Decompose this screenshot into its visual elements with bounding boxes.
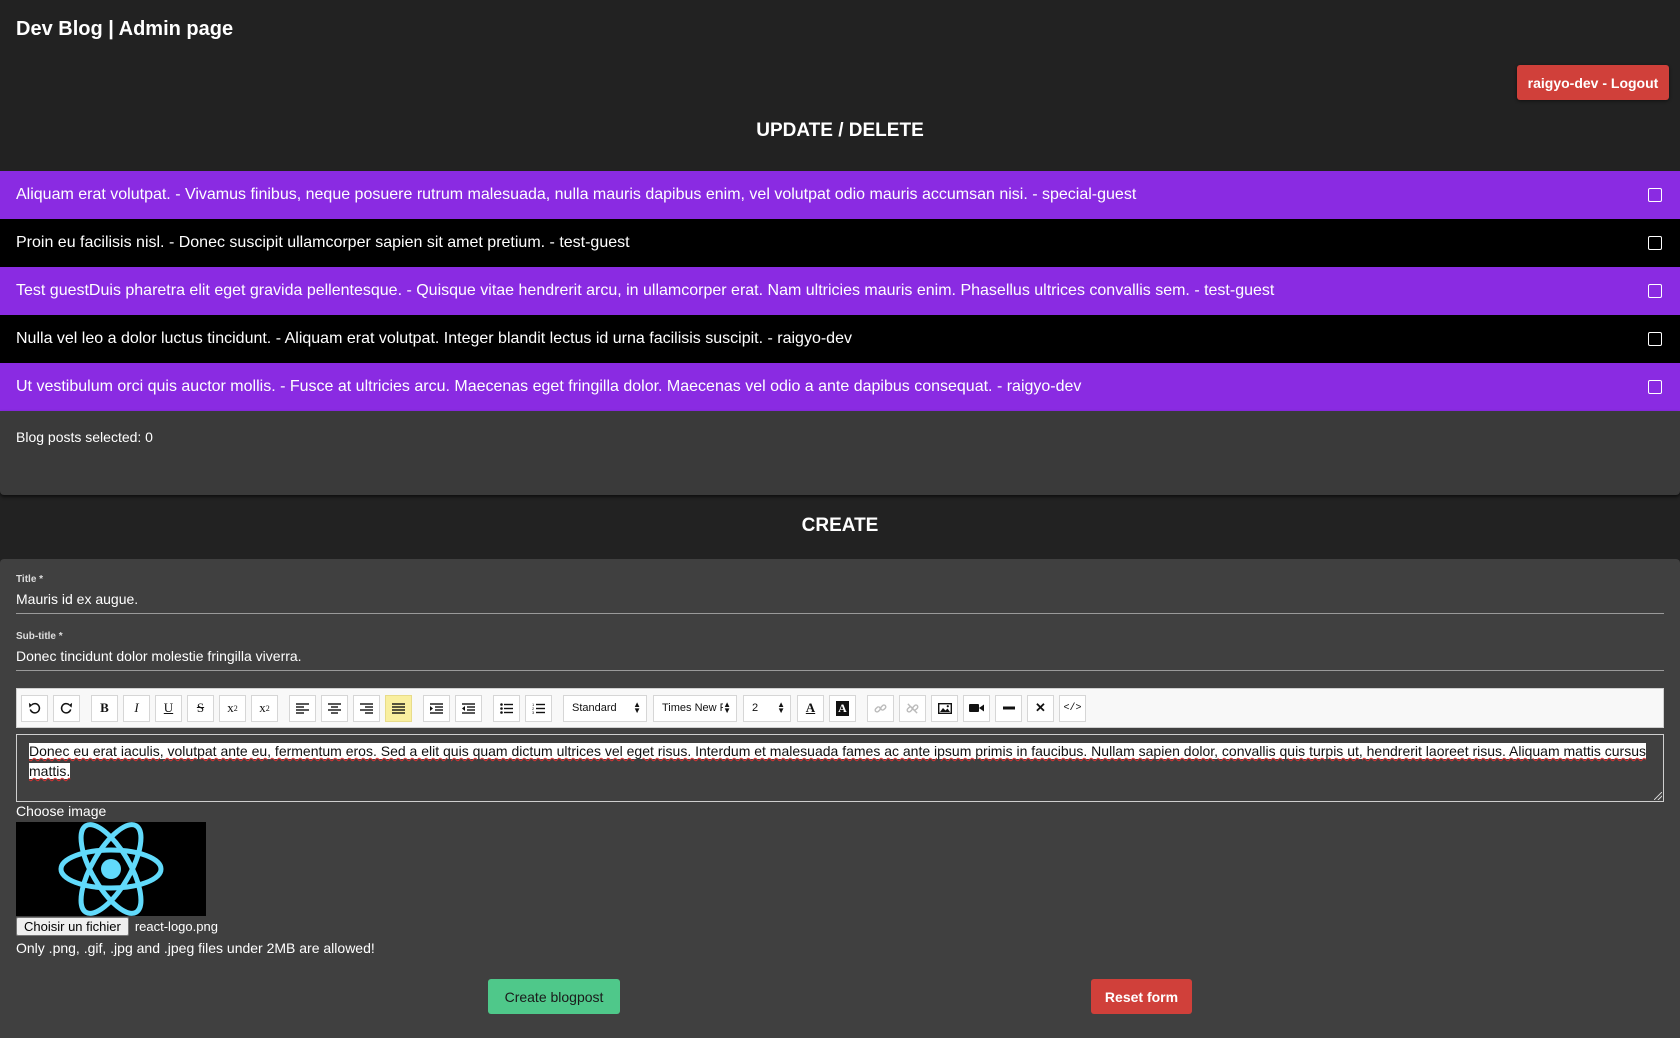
blog-post-row[interactable]: Aliquam erat volutpat. - Vivamus finibus… (0, 171, 1680, 219)
align-justify-icon[interactable] (385, 694, 412, 722)
post-select-checkbox[interactable] (1648, 332, 1662, 346)
image-icon[interactable] (931, 694, 958, 722)
editor-content: Donec eu erat iaculis, volutpat ante eu,… (29, 743, 1646, 779)
logout-button[interactable]: raigyo-dev - Logout (1517, 65, 1669, 100)
paragraph-style-value: Standard (572, 702, 617, 714)
file-type-hint: Only .png, .gif, .jpg and .jpeg files un… (16, 940, 375, 956)
blog-post-row[interactable]: Proin eu facilisis nisl. - Donec suscipi… (0, 219, 1680, 267)
svg-text:3: 3 (532, 710, 535, 714)
numbered-list-icon[interactable]: 123 (525, 694, 552, 722)
post-select-checkbox[interactable] (1648, 380, 1662, 394)
font-color-icon[interactable]: A (797, 694, 824, 722)
select-arrows-icon: ▲ ▼ (777, 700, 785, 715)
choose-file-button[interactable]: Choisir un fichier (16, 917, 129, 936)
blog-post-text: Aliquam erat volutpat. - Vivamus finibus… (16, 186, 1137, 203)
resize-grip-icon[interactable] (1654, 792, 1662, 800)
update-delete-heading: UPDATE / DELETE (756, 120, 924, 141)
rich-text-editor[interactable]: Donec eu erat iaculis, volutpat ante eu,… (16, 734, 1664, 802)
subtitle-field-label: Sub-title * (16, 631, 63, 642)
blog-post-text: Nulla vel leo a dolor luctus tincidunt. … (16, 330, 852, 347)
outdent-icon[interactable] (455, 694, 482, 722)
video-icon[interactable] (963, 694, 990, 722)
subtitle-field[interactable]: Sub-title * Donec tincidunt dolor molest… (16, 631, 1664, 671)
app-title: Dev Blog | Admin page (16, 18, 234, 40)
unlink-icon[interactable] (899, 694, 926, 722)
font-size-value: 2 (752, 702, 759, 714)
image-preview (16, 822, 206, 916)
editor-toolbar: B I U S x2 x2 123 Standard ▲ ▼ Times New… (16, 688, 1664, 728)
bold-icon[interactable]: B (91, 694, 118, 722)
select-arrows-icon: ▲ ▼ (723, 700, 731, 715)
reset-form-button[interactable]: Reset form (1091, 979, 1192, 1014)
file-input-row: Choisir un fichier react-logo.png (16, 917, 218, 936)
redo-icon[interactable] (53, 694, 80, 722)
undo-icon[interactable] (21, 694, 48, 722)
subscript-icon[interactable]: x2 (219, 694, 246, 722)
clear-format-icon[interactable]: ✕ (1027, 694, 1054, 722)
blog-post-row[interactable]: Test guestDuis pharetra elit eget gravid… (0, 267, 1680, 315)
font-size-select[interactable]: 2 ▲ ▼ (743, 694, 791, 722)
react-logo-icon (58, 822, 164, 916)
align-center-icon[interactable] (321, 694, 348, 722)
create-form: Title * Mauris id ex augue. Sub-title * … (0, 559, 1680, 1038)
blog-post-text: Test guestDuis pharetra elit eget gravid… (16, 282, 1275, 299)
selected-posts-count: Blog posts selected: 0 (16, 429, 153, 445)
subtitle-input[interactable]: Donec tincidunt dolor molestie fringilla… (16, 648, 1664, 671)
highlight-color-icon[interactable]: A (829, 694, 856, 722)
underline-icon[interactable]: U (155, 694, 182, 722)
font-family-select[interactable]: Times New R ▲ ▼ (653, 694, 737, 722)
create-heading: CREATE (801, 515, 879, 536)
selection-panel: Blog posts selected: 0 (0, 411, 1680, 495)
indent-icon[interactable] (423, 694, 450, 722)
title-input[interactable]: Mauris id ex augue. (16, 591, 1664, 614)
blog-post-row[interactable]: Ut vestibulum orci quis auctor mollis. -… (0, 363, 1680, 411)
post-select-checkbox[interactable] (1648, 188, 1662, 202)
blog-post-list: Aliquam erat volutpat. - Vivamus finibus… (0, 171, 1680, 411)
align-right-icon[interactable] (353, 694, 380, 722)
title-field[interactable]: Title * Mauris id ex augue. (16, 574, 1664, 614)
align-left-icon[interactable] (289, 694, 316, 722)
create-blogpost-button[interactable]: Create blogpost (488, 979, 620, 1014)
post-select-checkbox[interactable] (1648, 284, 1662, 298)
font-family-value: Times New R (662, 702, 724, 714)
superscript-icon[interactable]: x2 (251, 694, 278, 722)
selected-file-name: react-logo.png (134, 919, 218, 934)
paragraph-style-select[interactable]: Standard ▲ ▼ (563, 694, 647, 722)
italic-icon[interactable]: I (123, 694, 150, 722)
blog-post-row[interactable]: Nulla vel leo a dolor luctus tincidunt. … (0, 315, 1680, 363)
link-icon[interactable] (867, 694, 894, 722)
code-view-icon[interactable]: </> (1059, 694, 1086, 722)
strikethrough-icon[interactable]: S (187, 694, 214, 722)
choose-image-label: Choose image (16, 803, 107, 819)
bullet-list-icon[interactable] (493, 694, 520, 722)
title-field-label: Title * (16, 574, 44, 585)
select-arrows-icon: ▲ ▼ (633, 700, 641, 715)
post-select-checkbox[interactable] (1648, 236, 1662, 250)
blog-post-text: Ut vestibulum orci quis auctor mollis. -… (16, 378, 1082, 395)
blog-post-text: Proin eu facilisis nisl. - Donec suscipi… (16, 234, 630, 251)
horizontal-rule-icon[interactable] (995, 694, 1022, 722)
